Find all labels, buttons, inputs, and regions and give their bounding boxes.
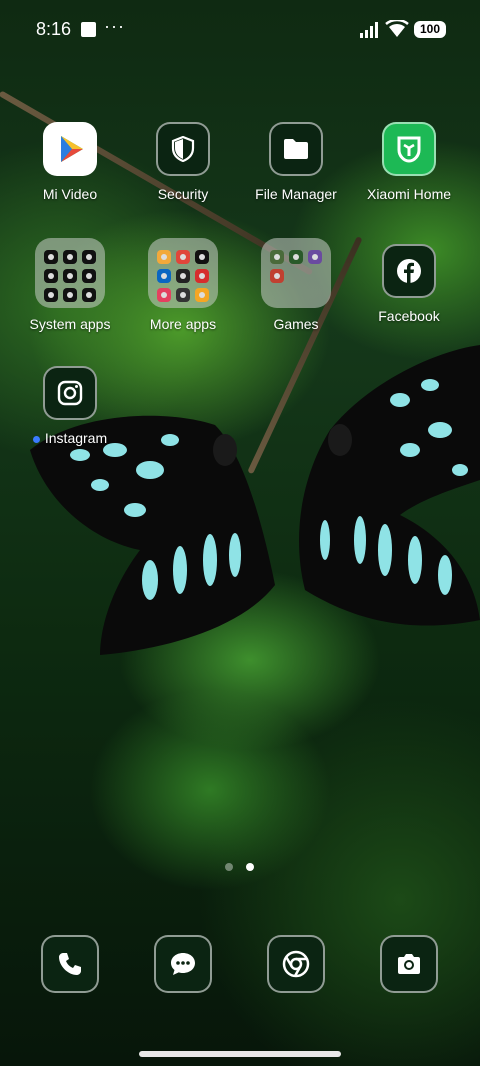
dock-phone[interactable]: [41, 935, 99, 993]
xiaomi-home-icon: [382, 122, 436, 176]
folder-icon: [148, 238, 218, 308]
app-mi-video[interactable]: Mi Video: [10, 122, 130, 202]
app-security[interactable]: Security: [123, 122, 243, 202]
dock-camera[interactable]: [380, 935, 438, 993]
mini-app-icon: [308, 250, 322, 264]
app-facebook[interactable]: Facebook: [349, 244, 469, 324]
wifi-icon: [385, 20, 409, 37]
messages-icon: [154, 935, 212, 993]
dock-messages[interactable]: [154, 935, 212, 993]
mini-app-icon: [157, 269, 171, 283]
mini-app-icon: [195, 269, 209, 283]
instagram-icon: [43, 366, 97, 420]
mini-app-icon: [270, 250, 284, 264]
app-label-text: Instagram: [44, 430, 108, 446]
folder-games[interactable]: Games: [236, 238, 356, 332]
app-instagram[interactable]: Instagram: [10, 366, 130, 446]
mi-video-icon: [43, 122, 97, 176]
mini-app-icon: [195, 250, 209, 264]
mini-app-icon: [82, 288, 96, 302]
mini-app-icon: [289, 250, 303, 264]
app-label: Xiaomi Home: [366, 186, 452, 202]
mini-app-icon: [176, 250, 190, 264]
app-label: Facebook: [378, 308, 440, 324]
cellular-signal-icon: [360, 22, 378, 38]
battery-indicator: 100: [414, 21, 446, 38]
new-indicator-dot: [32, 435, 40, 443]
chrome-icon: [267, 935, 325, 993]
folder-icon: [261, 238, 331, 308]
notification-icon: [81, 22, 96, 37]
mini-app-icon: [44, 288, 58, 302]
app-xiaomi-home[interactable]: Xiaomi Home: [349, 122, 469, 202]
mini-app-icon: [157, 250, 171, 264]
phone-icon: [41, 935, 99, 993]
more-notifications-indicator: ···: [104, 16, 125, 36]
mini-app-icon: [63, 288, 77, 302]
app-file-manager[interactable]: File Manager: [236, 122, 356, 202]
page-dot-1[interactable]: [225, 863, 233, 871]
mini-app-icon: [157, 288, 171, 302]
app-label: More apps: [149, 316, 217, 332]
app-label: File Manager: [255, 186, 337, 202]
mini-app-icon: [44, 250, 58, 264]
app-label: System apps: [29, 316, 111, 332]
mini-app-icon: [63, 269, 77, 283]
home-gesture-bar[interactable]: [139, 1051, 341, 1057]
mini-app-icon: [270, 269, 284, 283]
mini-app-icon: [82, 269, 96, 283]
mini-app-icon: [195, 288, 209, 302]
page-indicator[interactable]: [225, 863, 257, 873]
status-time: 8:16: [36, 19, 72, 39]
app-label: Games: [273, 316, 319, 332]
mini-app-icon: [176, 269, 190, 283]
folder-system-apps[interactable]: System apps: [10, 238, 130, 332]
app-label: Instagram: [10, 430, 130, 446]
shield-icon: [156, 122, 210, 176]
mini-app-icon: [82, 250, 96, 264]
app-label: Security: [157, 186, 209, 202]
mini-app-icon: [176, 288, 190, 302]
app-label: Mi Video: [42, 186, 98, 202]
folder-icon: [35, 238, 105, 308]
page-dot-2-active[interactable]: [246, 863, 254, 871]
folder-icon: [269, 122, 323, 176]
camera-icon: [380, 935, 438, 993]
dock-chrome[interactable]: [267, 935, 325, 993]
mini-app-icon: [44, 269, 58, 283]
folder-more-apps[interactable]: More apps: [123, 238, 243, 332]
facebook-icon: [382, 244, 436, 298]
mini-app-icon: [63, 250, 77, 264]
status-bar: 8:16 ··· 100: [0, 0, 480, 62]
